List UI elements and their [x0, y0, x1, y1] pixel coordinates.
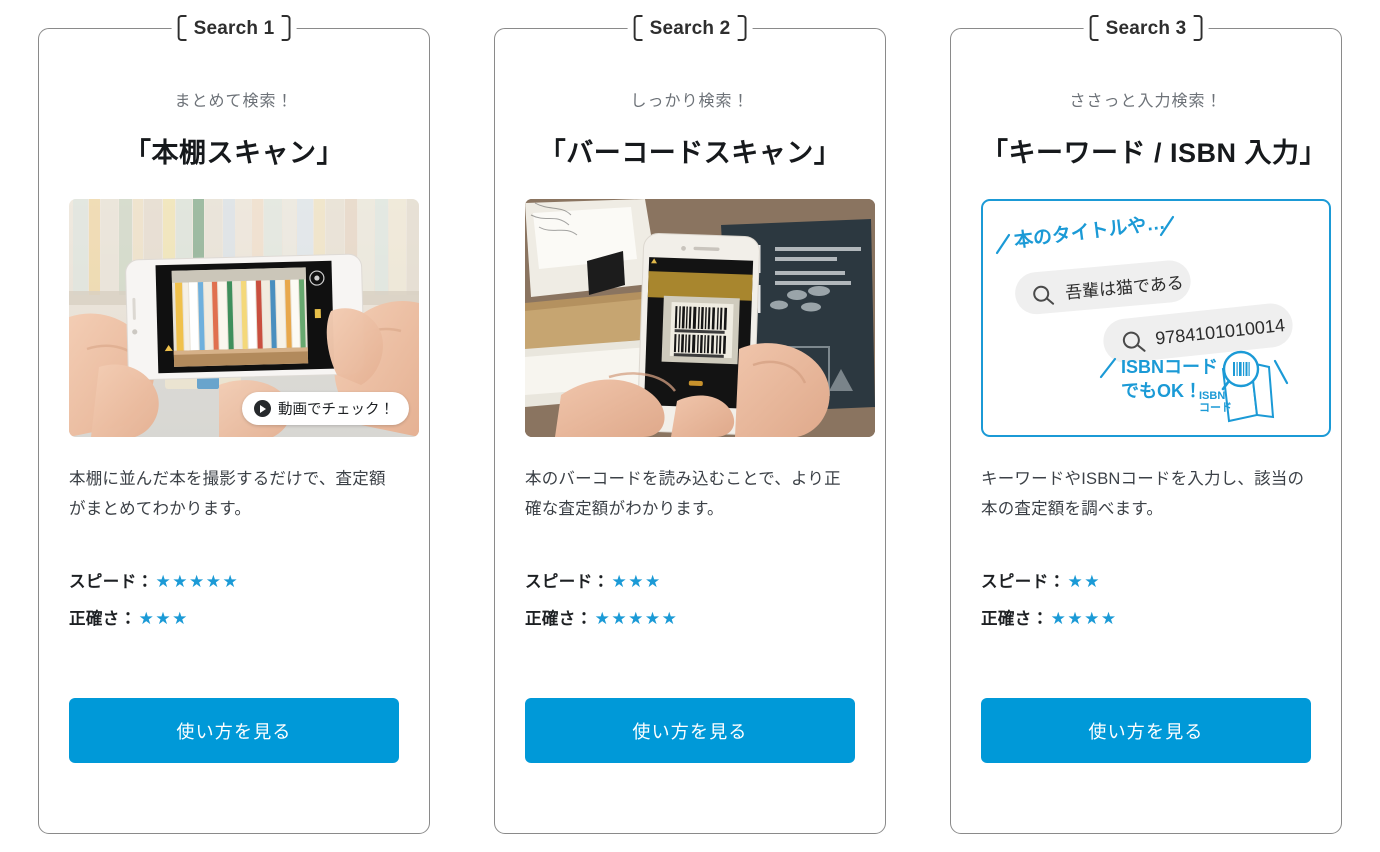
rating-speed-label: スピード： — [69, 573, 154, 592]
keyword-isbn-illustration: 本のタイトルや… 吾輩は猫である 9784101010014 ISBNコード で… — [981, 199, 1331, 438]
illus-note-bottom-1: ISBNコード — [1121, 357, 1218, 377]
rating-speed-stars: ★★★★★ — [155, 572, 240, 592]
how-to-use-button[interactable]: 使い方を見る — [981, 698, 1311, 763]
card-eyebrow: まとめて検索！ — [174, 93, 294, 110]
rating-accuracy-label: 正確さ： — [69, 610, 137, 629]
card-ratings: スピード： ★★★★★ 正確さ： ★★★ — [69, 568, 399, 629]
card-eyebrow: しっかり検索！ — [630, 93, 750, 110]
card-description: 本のバーコードを読み込むことで、より正確な査定額がわかります。 — [525, 470, 841, 519]
rating-accuracy-stars: ★★★★★ — [594, 609, 679, 629]
rating-accuracy: 正確さ： ★★★★★ — [525, 605, 855, 629]
how-to-use-button[interactable]: 使い方を見る — [69, 698, 399, 763]
rating-accuracy-label: 正確さ： — [525, 610, 593, 629]
card-badge-label: Search 3 — [1105, 17, 1187, 39]
search-card-2: Search 2 しっかり検索！ 「バーコードスキャン」 本のバーコードを読み込… — [494, 15, 886, 834]
rating-speed-stars: ★★ — [1067, 572, 1101, 592]
card-description: キーワードやISBNコードを入力し、該当の本の査定額を調べます。 — [981, 470, 1305, 519]
video-check-badge[interactable]: 動画でチェック！ — [242, 392, 409, 426]
card-badge-2: Search 2 — [627, 15, 753, 41]
play-icon — [254, 400, 271, 418]
slash-right-bottom-icon — [1273, 360, 1289, 385]
bracket-left-icon — [633, 15, 643, 41]
rating-accuracy-label: 正確さ： — [981, 610, 1049, 629]
card-eyebrow: ささっと入力検索！ — [1069, 93, 1223, 110]
isbn-search-pill: 9784101010014 — [1103, 303, 1293, 364]
rating-accuracy-stars: ★★★ — [138, 609, 189, 629]
card-title: 「本棚スキャン」 — [124, 138, 344, 168]
slash-left-bottom-icon — [1099, 358, 1117, 379]
card-badge-label: Search 1 — [193, 17, 275, 39]
slash-left-icon — [995, 234, 1011, 255]
card-title: 「バーコードスキャン」 — [538, 138, 842, 168]
bracket-left-icon — [1089, 15, 1099, 41]
rating-speed: スピード： ★★★ — [525, 568, 855, 592]
card-badge-label: Search 2 — [649, 17, 731, 39]
bracket-right-icon — [281, 15, 291, 41]
card-badge-1: Search 1 — [171, 15, 297, 41]
bookshelf-scan-photo: 動画でチェック！ — [69, 199, 419, 438]
how-to-use-button[interactable]: 使い方を見る — [525, 698, 855, 763]
rating-accuracy: 正確さ： ★★★★ — [981, 605, 1311, 629]
rating-speed: スピード： ★★★★★ — [69, 568, 399, 592]
card-badge-3: Search 3 — [1083, 15, 1209, 41]
card-title: 「キーワード / ISBN 入力」 — [981, 138, 1328, 168]
isbn-book-label-1: ISBN — [1199, 390, 1225, 402]
keyword-search-pill: 吾輩は猫である — [1015, 260, 1191, 315]
card-description: 本棚に並んだ本を撮影するだけで、査定額がまとめてわかります。 — [69, 470, 386, 519]
barcode-scan-photo — [525, 199, 875, 438]
barcode-scan-illustration — [525, 199, 875, 438]
rating-speed-stars: ★★★ — [611, 572, 662, 592]
bracket-right-icon — [1193, 15, 1203, 41]
bracket-right-icon — [737, 15, 747, 41]
illus-note-bottom-2: でもOK！ — [1121, 381, 1202, 401]
rating-speed-label: スピード： — [981, 573, 1066, 592]
search-methods-row: Search 1 まとめて検索！ 「本棚スキャン」 動画でチェック！ 本棚に並ん… — [0, 0, 1380, 834]
rating-speed: スピード： ★★ — [981, 568, 1311, 592]
rating-accuracy: 正確さ： ★★★ — [69, 605, 399, 629]
card-ratings: スピード： ★★ 正確さ： ★★★★ — [981, 568, 1311, 629]
bracket-left-icon — [177, 15, 187, 41]
video-badge-label: 動画でチェック！ — [278, 402, 394, 419]
card-ratings: スピード： ★★★ 正確さ： ★★★★★ — [525, 568, 855, 629]
illus-note-top: 本のタイトルや… — [1012, 211, 1167, 252]
keyword-isbn-svg: 本のタイトルや… 吾輩は猫である 9784101010014 ISBNコード で… — [995, 211, 1293, 423]
isbn-book-label-2: コード — [1199, 401, 1232, 414]
search-card-3: Search 3 ささっと入力検索！ 「キーワード / ISBN 入力」 本のタ… — [950, 15, 1342, 834]
search-card-1: Search 1 まとめて検索！ 「本棚スキャン」 動画でチェック！ 本棚に並ん… — [38, 15, 430, 834]
rating-speed-label: スピード： — [525, 573, 610, 592]
rating-accuracy-stars: ★★★★ — [1050, 609, 1118, 629]
keyword-isbn-illustration-wrap: 本のタイトルや… 吾輩は猫である 9784101010014 ISBNコード で… — [981, 199, 1331, 438]
